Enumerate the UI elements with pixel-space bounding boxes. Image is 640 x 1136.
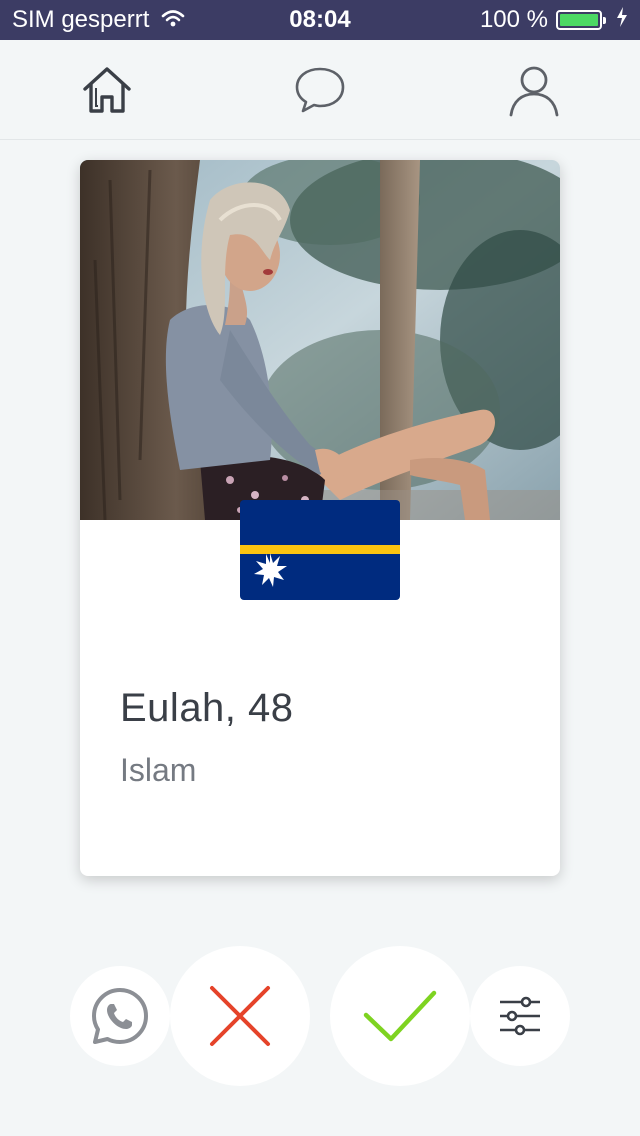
- home-icon: [83, 67, 131, 113]
- battery-icon: [556, 10, 606, 30]
- user-icon: [509, 66, 559, 117]
- filter-button[interactable]: [470, 966, 570, 1066]
- profile-card[interactable]: Eulah, 48 Islam: [80, 160, 560, 876]
- profile-name-age: Eulah, 48: [120, 686, 294, 730]
- wifi-icon: [161, 6, 185, 34]
- top-nav-bar: [0, 40, 640, 140]
- sliders-icon: [500, 996, 540, 1036]
- x-icon: [210, 986, 270, 1046]
- nav-profile-button[interactable]: [506, 62, 562, 118]
- profile-religion: Islam: [120, 752, 197, 788]
- carrier-label: SIM gesperrt: [12, 6, 150, 33]
- profile-photo: [80, 160, 560, 520]
- dislike-button[interactable]: [170, 946, 310, 1086]
- battery-percent: 100 %: [479, 6, 548, 33]
- nav-chat-button[interactable]: [292, 62, 348, 118]
- whatsapp-icon: [92, 988, 148, 1044]
- whatsapp-button[interactable]: [70, 966, 170, 1066]
- charging-icon: [616, 6, 628, 34]
- nav-home-button[interactable]: [79, 62, 135, 118]
- country-flag: [240, 500, 400, 600]
- chat-bubble-icon: [295, 67, 345, 113]
- status-bar: SIM gesperrt 08:04 100 %: [0, 0, 640, 40]
- check-icon: [363, 990, 437, 1042]
- like-button[interactable]: [330, 946, 470, 1086]
